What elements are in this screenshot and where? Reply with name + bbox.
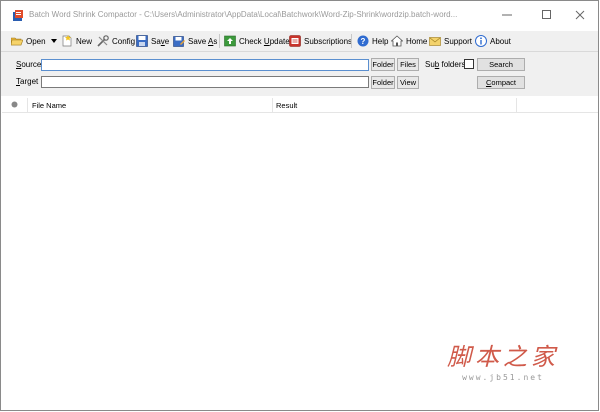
site-watermark: 脚本之家 www.jb51.net [443,337,563,382]
open-button[interactable]: Open [11,33,46,49]
column-separator[interactable] [272,98,273,112]
column-separator[interactable] [516,98,517,112]
window-title: Batch Word Shrink Compactor - C:\Users\A… [29,10,458,19]
folder-open-icon [11,37,23,46]
update-icon [224,35,236,47]
minimize-button[interactable] [496,7,518,23]
subscriptions-label: Subscriptions [304,36,353,46]
open-label: Open [26,36,46,46]
home-icon [391,35,403,47]
svg-text:?: ? [361,37,366,46]
title-bar: Batch Word Shrink Compactor - C:\Users\A… [1,1,598,31]
source-files-label: Files [400,60,416,69]
toolbar-separator [351,34,352,48]
column-header-file-name[interactable]: File Name [32,101,66,110]
file-list-header: File Name Result [2,98,598,113]
save-as-button[interactable]: Save As [173,33,217,49]
new-document-icon [62,35,72,47]
help-button[interactable]: ? Help [357,33,388,49]
toolbar: Open New Config Save Save As Check Updat… [1,31,598,52]
dropdown-arrow-icon [51,39,57,43]
column-separator[interactable] [27,98,28,112]
open-dropdown-button[interactable] [51,33,57,49]
config-label: Config [112,36,136,46]
status-column-icon[interactable] [11,101,18,108]
new-button[interactable]: New [61,33,92,49]
check-update-label: Check Update [239,36,290,46]
target-folder-label: Folder [372,78,394,87]
source-target-panel: Source Folder Files Sub folders Search T… [1,52,598,96]
tools-icon [97,35,109,47]
maximize-button[interactable] [536,7,558,23]
source-label: Source [16,60,42,69]
target-input[interactable] [41,76,369,88]
save-label: Save [151,36,170,46]
target-view-label: View [399,78,417,87]
subscriptions-icon [289,35,301,47]
source-files-button[interactable]: Files [397,58,419,71]
close-icon [575,10,585,20]
toolbar-separator [219,34,220,48]
watermark-url: www.jb51.net [462,373,544,382]
new-label: New [76,36,93,46]
save-button[interactable]: Save [136,33,169,49]
save-disk-icon [136,35,148,47]
support-button[interactable]: Support [429,33,472,49]
help-label: Help [372,36,389,46]
check-update-button[interactable]: Check Update [224,33,290,49]
minimize-icon [502,14,512,16]
source-folder-button[interactable]: Folder [371,58,395,71]
target-folder-button[interactable]: Folder [371,76,395,89]
save-as-icon [173,36,185,47]
subscriptions-button[interactable]: Subscriptions [289,33,352,49]
info-icon [475,35,487,47]
home-label: Home [406,36,428,46]
maximize-icon [542,10,551,19]
about-button[interactable]: About [475,33,511,49]
save-as-label: Save As [188,36,218,46]
home-button[interactable]: Home [391,33,427,49]
source-input[interactable] [41,59,369,71]
support-mail-icon [429,37,441,46]
app-icon [13,10,23,21]
subfolders-checkbox[interactable] [464,59,474,69]
app-window: Batch Word Shrink Compactor - C:\Users\A… [0,0,599,411]
target-view-button[interactable]: View [397,76,419,89]
about-label: About [490,36,511,46]
compact-button[interactable]: Compact [477,76,525,89]
close-button[interactable] [569,7,591,23]
subfolders-label: Sub folders [425,60,466,69]
column-header-result[interactable]: Result [276,101,297,110]
help-icon: ? [357,35,369,47]
compact-label: Compact [485,78,517,87]
config-button[interactable]: Config [97,33,135,49]
watermark-main-text: 脚本之家 [447,343,559,371]
support-label: Support [444,36,473,46]
search-label: Search [489,60,513,69]
search-button[interactable]: Search [477,58,525,71]
target-label: Target [16,77,39,86]
source-folder-label: Folder [372,60,394,69]
